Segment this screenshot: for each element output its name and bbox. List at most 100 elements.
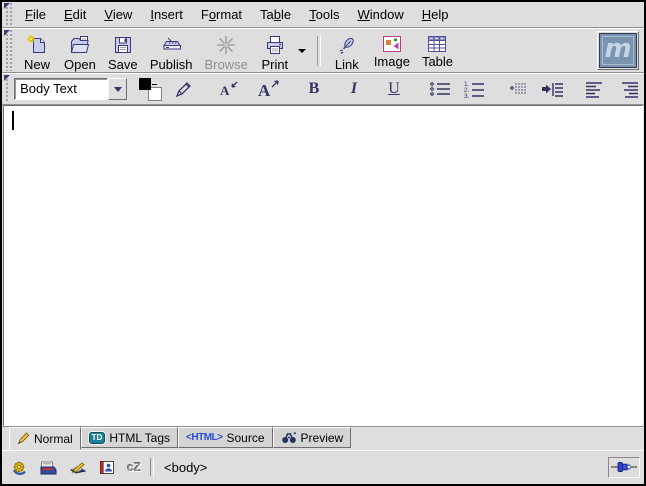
menu-bar: File Edit View Insert Format Table Tools… [2, 2, 644, 28]
preview-binoculars-icon [281, 431, 297, 444]
edit-mode-tabbar: Normal TD HTML Tags <HTML> Source Previe… [2, 426, 644, 450]
image-icon [382, 34, 402, 53]
online-status-panel[interactable] [608, 457, 640, 478]
toolbar-separator [317, 36, 321, 66]
menu-insert[interactable]: Insert [141, 4, 192, 25]
toolbar-grippy[interactable] [4, 30, 13, 71]
new-button[interactable]: New [16, 31, 58, 71]
open-button-label: Open [64, 57, 96, 72]
element-path-panel: <body> [155, 458, 608, 477]
publish-button-label: Publish [150, 57, 193, 72]
composer-button[interactable] [69, 460, 87, 475]
menu-file[interactable]: File [16, 4, 55, 25]
menu-format[interactable]: Format [192, 4, 251, 25]
save-floppy-icon [112, 34, 134, 56]
table-grid-icon [427, 34, 447, 53]
paragraph-format-select[interactable]: Body Text [14, 78, 127, 100]
statusbar-separator [150, 458, 154, 476]
menu-table[interactable]: Table [251, 4, 300, 25]
mail-button[interactable] [40, 460, 57, 475]
paragraph-format-dropdown-button[interactable] [108, 78, 127, 100]
composition-toolbar: New Open [2, 28, 644, 73]
save-button[interactable]: Save [102, 31, 144, 71]
increase-font-icon: A [255, 78, 281, 100]
chatzilla-icon: cZ [127, 460, 141, 474]
outdent-icon [504, 79, 528, 99]
link-button[interactable]: Link [326, 31, 368, 71]
tab-preview[interactable]: Preview [273, 427, 352, 448]
print-button-label: Print [261, 57, 288, 72]
menu-view[interactable]: View [95, 4, 141, 25]
link-button-label: Link [335, 57, 359, 72]
element-path[interactable]: <body> [164, 460, 207, 475]
print-button[interactable]: Print [254, 31, 296, 71]
tab-source[interactable]: <HTML> Source [178, 427, 272, 448]
underline-button[interactable]: U [380, 76, 408, 102]
composer-window: File Edit View Insert Format Table Tools… [0, 0, 646, 486]
new-button-label: New [24, 57, 50, 72]
open-button[interactable]: Open [58, 31, 102, 71]
format-toolbar: Body Text A A B I U [2, 73, 644, 105]
highlight-button[interactable] [170, 76, 198, 102]
printer-icon [264, 34, 286, 56]
image-button[interactable]: Image [368, 31, 416, 71]
status-bar: cZ <body> [2, 450, 644, 484]
format-toolbar-grippy[interactable] [4, 75, 9, 103]
tab-html-tags[interactable]: TD HTML Tags [81, 427, 178, 448]
text-cursor [12, 111, 14, 130]
browse-button: Browse [198, 31, 253, 71]
indent-icon [540, 79, 564, 99]
chatzilla-button[interactable]: cZ [127, 460, 141, 474]
tab-preview-label: Preview [301, 431, 344, 445]
align-left-icon [583, 79, 605, 99]
browse-button-label: Browse [204, 57, 247, 72]
table-button[interactable]: Table [416, 31, 459, 71]
text-color-well[interactable] [139, 78, 151, 90]
increase-font-button[interactable]: A [254, 76, 282, 102]
indent-button[interactable] [538, 76, 566, 102]
menu-window[interactable]: Window [349, 4, 413, 25]
decrease-font-button[interactable]: A [214, 76, 242, 102]
html-source-icon: <HTML> [186, 432, 222, 443]
address-book-icon [99, 460, 115, 475]
highlight-pen-icon [173, 79, 195, 99]
numbered-list-button[interactable]: 1. 2. 3. [460, 76, 488, 102]
td-tag-icon: TD [89, 432, 106, 444]
bulleted-list-button[interactable] [426, 76, 454, 102]
italic-button[interactable]: I [340, 76, 368, 102]
bulleted-list-icon [428, 79, 452, 99]
tab-html-tags-label: HTML Tags [109, 431, 170, 445]
address-book-button[interactable] [99, 460, 115, 475]
align-right-icon [619, 79, 641, 99]
bold-button[interactable]: B [300, 76, 328, 102]
menu-tools[interactable]: Tools [300, 4, 348, 25]
tab-source-label: Source [226, 431, 264, 445]
paragraph-format-value: Body Text [14, 78, 108, 100]
tab-normal[interactable]: Normal [9, 427, 81, 450]
open-folder-icon [69, 34, 91, 56]
decrease-font-icon: A [216, 79, 240, 99]
print-dropdown-arrow[interactable] [298, 49, 306, 53]
mozilla-m-logo: m [604, 36, 631, 62]
chevron-down-icon [114, 87, 122, 92]
component-bar: cZ [5, 453, 150, 481]
text-color-picker[interactable] [139, 78, 152, 100]
svg-text:A: A [258, 81, 271, 100]
svg-text:A: A [220, 83, 230, 98]
browse-sparkle-icon [215, 34, 237, 56]
table-button-label: Table [422, 54, 453, 69]
align-right-button[interactable] [616, 76, 644, 102]
mozilla-throbber[interactable]: m [597, 31, 639, 70]
outdent-button[interactable] [502, 76, 530, 102]
menu-edit[interactable]: Edit [55, 4, 95, 25]
navigator-button[interactable] [11, 460, 28, 475]
menu-help[interactable]: Help [413, 4, 458, 25]
mail-icon [40, 460, 57, 475]
image-button-label: Image [374, 54, 410, 69]
align-left-button[interactable] [580, 76, 608, 102]
editor-canvas[interactable] [3, 105, 643, 426]
navigator-icon [11, 460, 28, 475]
link-icon [336, 34, 358, 56]
publish-button[interactable]: Publish [144, 31, 199, 71]
menubar-grippy[interactable] [4, 3, 13, 26]
